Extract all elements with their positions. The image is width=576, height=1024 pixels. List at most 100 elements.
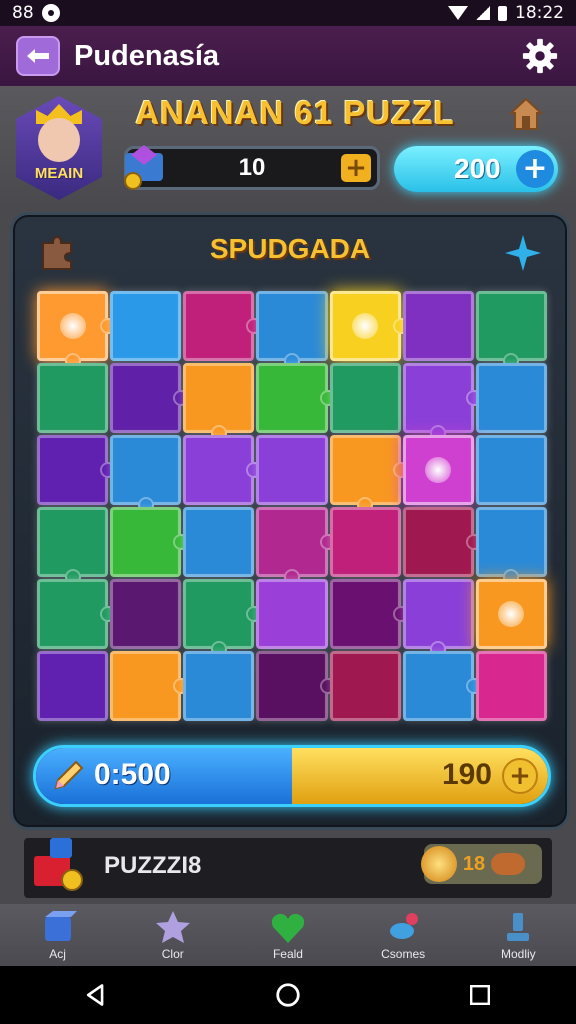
puzzle-tile[interactable]	[256, 435, 328, 505]
back-button[interactable]	[16, 36, 60, 76]
puzzle-tile[interactable]	[402, 291, 474, 361]
add-gems-button[interactable]: +	[341, 154, 371, 182]
system-recents-button[interactable]	[465, 980, 495, 1010]
puzzle-tile[interactable]	[402, 363, 482, 441]
player-avatar[interactable]: MEAIN	[16, 96, 102, 200]
puzzle-tile[interactable]	[256, 291, 328, 369]
nav-item-modliy[interactable]: Modliy	[468, 909, 568, 961]
score-text: 190	[441, 758, 492, 791]
puzzle-tile[interactable]	[110, 363, 190, 433]
bird-icon	[390, 913, 419, 939]
puzzle-tile[interactable]	[329, 291, 409, 361]
puzzle-tile[interactable]	[256, 651, 336, 721]
puzzle-tile[interactable]	[183, 579, 263, 657]
puzzle-tile[interactable]	[110, 507, 190, 577]
wifi-icon	[448, 6, 468, 20]
puzzle-tile[interactable]	[402, 579, 474, 657]
back-arrow-icon	[27, 49, 49, 63]
puzzle-tile[interactable]	[256, 363, 336, 433]
status-left-text: 88	[12, 3, 34, 23]
glow-orb	[59, 313, 86, 339]
puzzle-strip[interactable]: PUZZZI8 18	[24, 838, 552, 898]
status-bar: 88 18:22	[0, 0, 576, 26]
puzzle-tile[interactable]	[37, 507, 109, 585]
puzzle-tile[interactable]	[37, 579, 117, 649]
nav-item-acj[interactable]: Acj	[8, 909, 108, 961]
puzzle-tile[interactable]	[329, 651, 401, 721]
cookie-icon	[420, 846, 457, 882]
puzzle-tile[interactable]	[110, 579, 182, 649]
puzzle-tile[interactable]	[183, 363, 255, 441]
reward-pill[interactable]: 18	[420, 844, 542, 884]
puzzle-tile[interactable]	[402, 507, 482, 577]
add-score-button[interactable]: +	[502, 758, 538, 794]
system-navigation	[0, 966, 576, 1024]
home-button[interactable]	[508, 96, 544, 132]
puzzle-tile[interactable]	[37, 651, 109, 721]
puzzle-tile[interactable]	[256, 507, 336, 585]
puzzle-tile[interactable]	[329, 579, 409, 649]
battery-icon	[498, 5, 507, 21]
puzzle-tile[interactable]	[329, 435, 409, 513]
puzzle-strip-label: PUZZZI8	[104, 852, 202, 879]
board-area: SPUDGADA 0:500 190 +	[0, 206, 576, 838]
reward-value: 18	[462, 852, 486, 875]
puzzle-tile[interactable]	[329, 507, 401, 577]
puzzle-board: SPUDGADA 0:500 190 +	[10, 212, 570, 830]
puzzle-tile[interactable]	[256, 579, 328, 649]
puzzle-tile[interactable]	[37, 435, 117, 505]
puzzle-tile[interactable]	[37, 291, 117, 369]
puzzle-tile[interactable]	[183, 435, 263, 505]
puzzle-tile[interactable]	[183, 507, 255, 577]
puzzle-tile[interactable]	[475, 651, 547, 721]
glow-orb	[352, 313, 379, 339]
puzzle-tile[interactable]	[183, 291, 263, 361]
star-icon	[155, 911, 190, 943]
nav-label: Modliy	[501, 947, 536, 961]
sparkle-icon[interactable]	[503, 233, 543, 273]
puzzle-tile[interactable]	[183, 651, 255, 721]
system-back-button[interactable]	[81, 980, 111, 1010]
puzzle-strip-area: PUZZZI8 18	[0, 838, 576, 904]
system-home-button[interactable]	[273, 980, 303, 1010]
puzzle-tile[interactable]	[475, 579, 547, 649]
add-coins-button[interactable]: +	[516, 150, 554, 188]
signal-icon	[476, 6, 490, 20]
glow-orb	[498, 601, 525, 627]
gem-box-icon	[124, 145, 163, 190]
puzzle-tile[interactable]	[110, 651, 190, 721]
nav-label: Clor	[161, 947, 184, 961]
puzzle-tile[interactable]	[475, 507, 547, 585]
puzzle-tile[interactable]	[37, 363, 109, 433]
app-bar: Pudenasía	[0, 26, 576, 86]
puzzle-tile[interactable]	[402, 651, 482, 721]
progress-bar: 0:500 190 +	[33, 745, 551, 807]
puzzle-tile[interactable]	[475, 291, 547, 369]
circle-home-icon	[276, 983, 300, 1007]
trophy-icon	[507, 913, 530, 941]
triangle-back-icon	[86, 984, 104, 1006]
square-recents-icon	[470, 985, 490, 1005]
nav-item-feald[interactable]: Feald	[238, 909, 338, 961]
nav-label: Acj	[49, 947, 66, 961]
character-face	[38, 118, 80, 162]
puzzle-grid	[37, 291, 547, 721]
puzzle-tile[interactable]	[329, 363, 401, 433]
puzzle-tile[interactable]	[110, 291, 182, 361]
puzzle-tile[interactable]	[475, 435, 547, 505]
pencil-icon[interactable]	[50, 758, 86, 794]
status-time: 18:22	[515, 3, 564, 23]
coin-count: 200	[454, 153, 501, 184]
settings-button[interactable]	[520, 36, 560, 76]
puzzle-tile[interactable]	[110, 435, 182, 513]
puzzle-tile[interactable]	[402, 435, 474, 505]
coin-counter: 200 +	[394, 146, 558, 192]
game-title: ANANAN 61 PUZZL	[135, 94, 455, 131]
gift-box-icon	[34, 838, 83, 891]
nav-item-clor[interactable]: Clor	[123, 909, 223, 961]
gem-counter: 10 +	[124, 145, 380, 190]
nav-item-csomes[interactable]: Csomes	[353, 909, 453, 961]
puzzle-tile[interactable]	[475, 363, 547, 433]
gear-icon	[522, 38, 558, 74]
board-title: SPUDGADA	[209, 233, 371, 264]
